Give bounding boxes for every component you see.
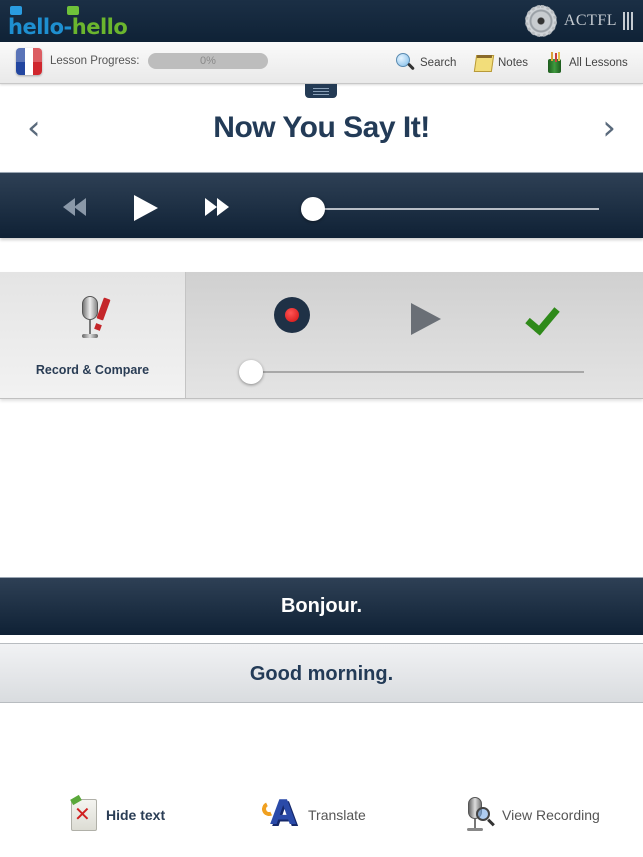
- translate-button[interactable]: A Translate: [260, 793, 366, 837]
- hide-text-label: Hide text: [106, 807, 166, 823]
- search-button[interactable]: Search: [394, 50, 456, 76]
- playback-recording-button[interactable]: [411, 303, 441, 335]
- logo-dash: -: [63, 15, 73, 39]
- native-phrase[interactable]: Good morning.: [0, 643, 643, 703]
- handle-line: [313, 93, 329, 95]
- notepad-icon: [472, 52, 494, 74]
- hello-hello-logo: hello-hello: [8, 5, 128, 39]
- fast-forward-button[interactable]: [205, 198, 231, 216]
- handle-line: [313, 87, 329, 89]
- lesson-progress-value: 0%: [200, 55, 216, 67]
- microphone-icon: [78, 296, 118, 352]
- microphone-magnifier-icon: [462, 795, 496, 835]
- all-lessons-button[interactable]: All Lessons: [543, 50, 628, 76]
- record-compare-label: Record & Compare: [35, 363, 150, 377]
- notes-label: Notes: [498, 57, 529, 69]
- view-recording-label: View Recording: [502, 807, 600, 823]
- actfl-emblem-icon: [523, 4, 558, 38]
- lesson-progress-label: Lesson Progress:: [50, 55, 140, 67]
- handle-line: [313, 90, 329, 92]
- page-title: Now You Say It!: [213, 111, 430, 144]
- play-button[interactable]: [134, 195, 158, 221]
- search-icon: [394, 52, 416, 74]
- recording-scrubber-track[interactable]: [250, 371, 584, 373]
- app-header: hello-hello ACTFL: [0, 0, 643, 42]
- drawer-handle[interactable]: [305, 84, 337, 98]
- all-lessons-label: All Lessons: [569, 57, 628, 69]
- notes-button[interactable]: Notes: [472, 50, 528, 76]
- next-button[interactable]: ›: [602, 106, 616, 150]
- record-button[interactable]: [274, 297, 310, 333]
- hide-text-icon: ✕: [68, 794, 100, 833]
- logo-part-1: hello: [8, 15, 64, 39]
- search-label: Search: [420, 57, 457, 69]
- recording-scrubber-thumb[interactable]: [239, 360, 263, 384]
- audio-scrubber-thumb[interactable]: [301, 197, 325, 221]
- actfl-text: ACTFL: [563, 12, 617, 29]
- pencil-cup-icon: [543, 51, 565, 75]
- toolbar: Lesson Progress: 0% Search Notes All Les…: [0, 42, 643, 84]
- translate-icon: A: [260, 794, 302, 834]
- audio-player: [0, 172, 643, 238]
- translate-label: Translate: [308, 807, 366, 823]
- actfl-bars-icon: [623, 12, 633, 30]
- view-recording-button[interactable]: View Recording: [462, 793, 600, 837]
- record-compare-tab[interactable]: Record & Compare: [0, 272, 186, 398]
- foreign-phrase[interactable]: Bonjour.: [0, 577, 643, 635]
- logo-part-2: hello: [71, 15, 128, 39]
- checkmark-icon[interactable]: [526, 300, 562, 334]
- lesson-progress-bar: 0%: [148, 53, 268, 69]
- actfl-logo: ACTFL: [523, 4, 633, 38]
- french-flag-icon[interactable]: [16, 48, 42, 75]
- record-compare-panel: Record & Compare: [0, 272, 643, 399]
- hide-text-button[interactable]: ✕ Hide text: [68, 793, 165, 837]
- rewind-button[interactable]: [63, 198, 89, 216]
- audio-scrubber-track[interactable]: [312, 208, 599, 210]
